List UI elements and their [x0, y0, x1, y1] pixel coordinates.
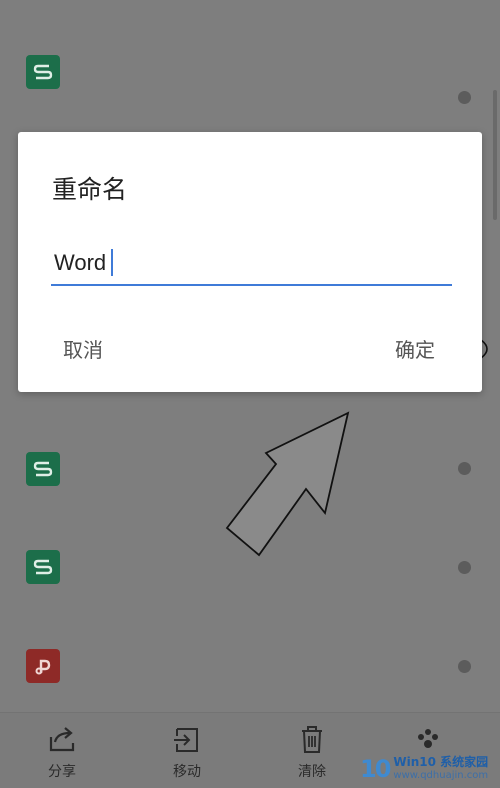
- more-options-icon[interactable]: [458, 561, 471, 574]
- move-icon: [174, 728, 198, 752]
- file-row[interactable]: [0, 420, 500, 518]
- watermark-url: www.qdhuajin.com: [393, 769, 489, 781]
- more-options-icon[interactable]: [458, 462, 471, 475]
- trash-icon: [302, 726, 322, 753]
- clear-button[interactable]: 清除: [272, 723, 352, 781]
- share-icon: [49, 727, 75, 752]
- watermark-logo: 10 Win10 系统家园 www.qdhuajin.com: [360, 750, 500, 787]
- watermark-name: Win10 系统家园: [393, 754, 489, 769]
- spreadsheet-icon: [26, 452, 60, 486]
- confirm-button[interactable]: 确定: [395, 334, 435, 363]
- watermark-logo-mark: 10: [360, 754, 391, 783]
- clear-label: 清除: [298, 764, 326, 780]
- file-row[interactable]: [0, 616, 500, 714]
- file-row[interactable]: [0, 24, 500, 122]
- text-cursor: [111, 249, 113, 276]
- more-options-icon[interactable]: [458, 660, 471, 673]
- share-button[interactable]: 分享: [22, 723, 102, 781]
- scrollbar[interactable]: [493, 90, 497, 220]
- move-button[interactable]: 移动: [147, 723, 227, 781]
- dialog-title: 重命名: [52, 175, 128, 204]
- move-label: 移动: [173, 764, 201, 780]
- more-options-icon[interactable]: [458, 91, 471, 104]
- spreadsheet-icon: [26, 550, 60, 584]
- share-label: 分享: [48, 764, 76, 780]
- rename-dialog: 重命名 取消 确定: [18, 132, 482, 392]
- spreadsheet-icon: [26, 55, 60, 89]
- cancel-button[interactable]: 取消: [63, 334, 103, 363]
- presentation-icon: [26, 649, 60, 683]
- file-row[interactable]: [0, 518, 500, 616]
